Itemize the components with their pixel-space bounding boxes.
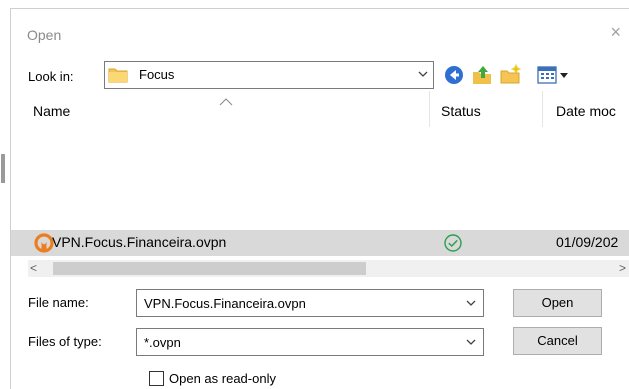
horizontal-scrollbar[interactable]: < > <box>28 260 629 277</box>
file-list[interactable]: Name Status Date moc <box>11 91 629 286</box>
file-name-label: File name: <box>28 295 89 310</box>
file-name-field[interactable]: VPN.Focus.Financeira.ovpn <box>136 289 484 317</box>
sort-ascending-icon <box>219 98 233 106</box>
file-name: VPN.Focus.Financeira.ovpn <box>52 234 227 250</box>
scrollbar-thumb[interactable] <box>53 262 366 275</box>
look-in-label: Look in: <box>28 69 74 84</box>
file-date: 01/09/202 <box>556 234 619 250</box>
file-name-value: VPN.Focus.Financeira.ovpn <box>144 296 306 311</box>
column-header-status[interactable]: Status <box>441 103 481 119</box>
file-type-select[interactable]: *.ovpn <box>136 328 484 356</box>
look-in-row: Look in: Focus <box>11 61 629 91</box>
list-header: Name Status Date moc <box>11 91 629 127</box>
chevron-down-icon[interactable] <box>465 336 477 348</box>
list-item[interactable]: VPN.Focus.Financeira.ovpn 01/09/202 <box>11 230 629 256</box>
read-only-checkbox[interactable] <box>149 371 164 386</box>
open-button[interactable]: Open <box>513 289 602 317</box>
new-folder-icon[interactable] <box>499 64 521 86</box>
column-separator[interactable] <box>542 91 543 127</box>
chevron-down-icon[interactable] <box>465 297 477 309</box>
scroll-right-icon[interactable]: > <box>619 261 626 275</box>
read-only-label[interactable]: Open as read-only <box>169 371 276 386</box>
view-menu-icon[interactable] <box>536 64 576 86</box>
dialog-title: Open <box>27 27 62 43</box>
back-icon[interactable] <box>443 64 465 86</box>
up-folder-icon[interactable] <box>471 64 493 86</box>
chevron-down-icon[interactable] <box>417 68 429 80</box>
window-edge <box>1 169 5 183</box>
file-type-value: *.ovpn <box>144 335 181 350</box>
openvpn-file-icon <box>34 233 54 253</box>
column-header-date[interactable]: Date moc <box>556 103 616 119</box>
look-in-value: Focus <box>139 67 175 82</box>
column-separator[interactable] <box>429 91 430 127</box>
folder-icon <box>108 68 128 83</box>
cancel-button[interactable]: Cancel <box>513 327 602 355</box>
close-icon[interactable]: × <box>610 23 621 41</box>
synced-check-icon <box>444 234 462 252</box>
file-type-label: Files of type: <box>28 334 102 349</box>
scroll-left-icon[interactable]: < <box>30 261 37 275</box>
column-header-name[interactable]: Name <box>33 103 70 119</box>
look-in-combo[interactable]: Focus <box>104 61 434 89</box>
open-dialog: Open × Look in: Focus Name Status Date m… <box>1 8 629 389</box>
